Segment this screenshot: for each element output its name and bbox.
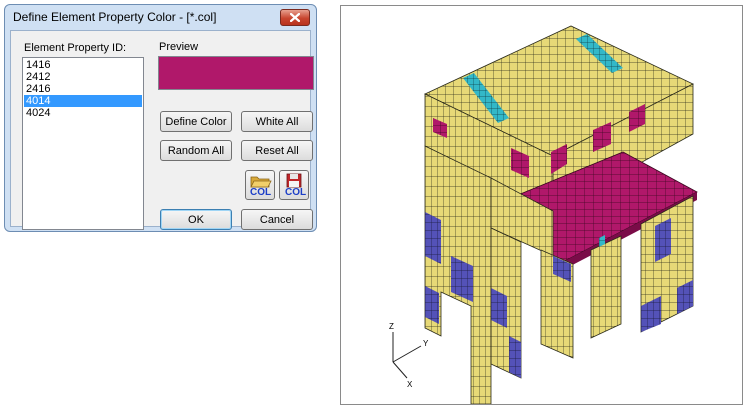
open-col-label: COL: [250, 187, 272, 198]
define-color-button[interactable]: Define Color: [160, 111, 232, 132]
dialog-client-area: Element Property ID: 1416 2412 2416 4014…: [10, 30, 314, 230]
dialog-title: Define Element Property Color - [*.col]: [13, 10, 217, 24]
save-col-button[interactable]: COL: [279, 170, 309, 200]
list-item-selected[interactable]: 4014: [24, 95, 142, 107]
fe-mesh-model: Z Y X: [389, 25, 698, 405]
close-icon: [290, 13, 300, 22]
list-item[interactable]: 1416: [24, 59, 142, 71]
open-col-button[interactable]: COL: [245, 170, 275, 200]
white-all-button[interactable]: White All: [241, 111, 313, 132]
cancel-button[interactable]: Cancel: [241, 209, 313, 230]
axis-y-label: Y: [423, 339, 429, 348]
preview-swatch: [158, 56, 314, 90]
define-color-dialog: Define Element Property Color - [*.col] …: [4, 4, 317, 232]
list-item[interactable]: 2416: [24, 83, 142, 95]
reset-all-button[interactable]: Reset All: [241, 140, 313, 161]
model-viewport[interactable]: Z Y X: [340, 5, 743, 405]
axis-x-label: X: [407, 380, 413, 389]
preview-label: Preview: [159, 41, 199, 53]
title-bar[interactable]: Define Element Property Color - [*.col]: [5, 5, 316, 29]
random-all-button[interactable]: Random All: [160, 140, 232, 161]
ok-button[interactable]: OK: [160, 209, 232, 230]
close-button[interactable]: [280, 9, 310, 26]
list-item[interactable]: 4024: [24, 107, 142, 119]
list-item[interactable]: 2412: [24, 71, 142, 83]
save-col-label: COL: [285, 187, 307, 198]
element-property-listbox[interactable]: 1416 2412 2416 4014 4024: [22, 57, 144, 230]
axis-triad: Z Y X: [389, 322, 429, 389]
front-pier: [590, 235, 622, 339]
blue-region: [509, 336, 521, 378]
axis-z-label: Z: [389, 322, 394, 331]
blue-region: [425, 212, 441, 264]
element-property-id-label: Element Property ID:: [24, 42, 127, 54]
